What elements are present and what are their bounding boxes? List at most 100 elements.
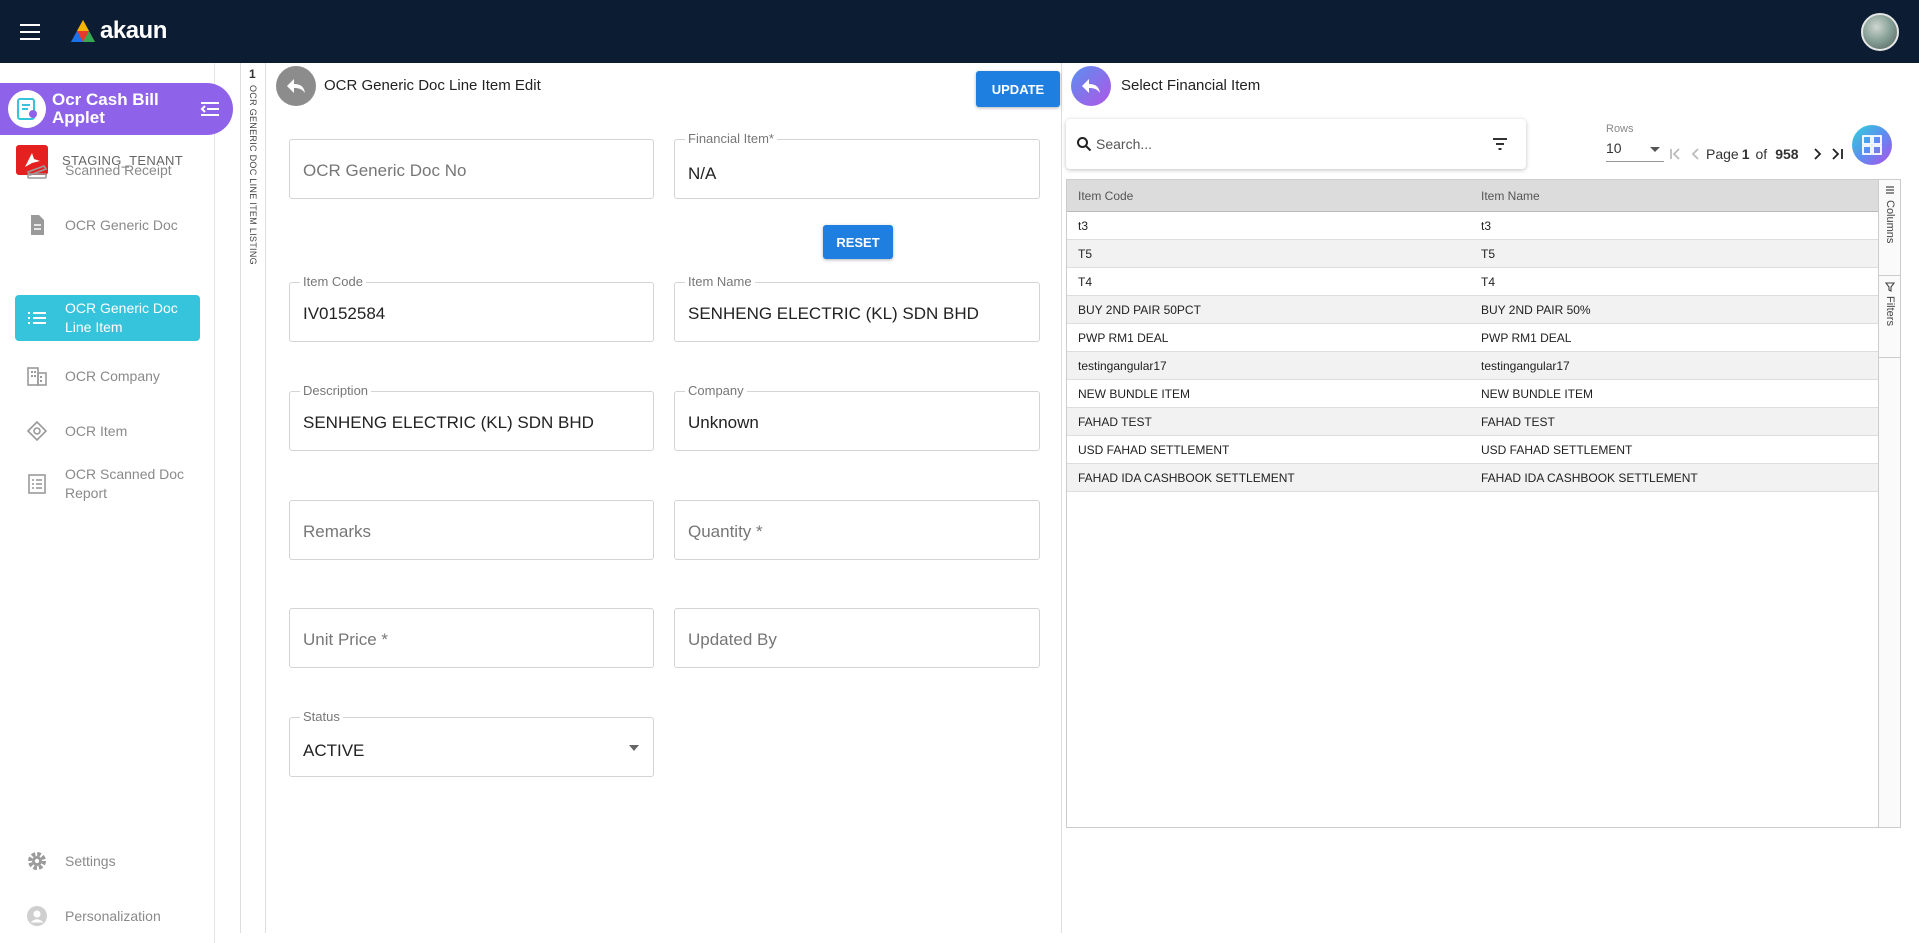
table-row[interactable]: NEW BUNDLE ITEM NEW BUNDLE ITEM — [1067, 380, 1878, 408]
sidebar-item-ocr-generic-doc-line-item[interactable]: OCR Generic Doc Line Item — [15, 295, 200, 341]
brand-logo[interactable]: akaun — [70, 16, 167, 46]
cell-item-code: t3 — [1078, 218, 1089, 233]
table-row[interactable]: FAHAD TEST FAHAD TEST — [1067, 408, 1878, 436]
remarks-field[interactable]: Remarks — [289, 500, 654, 560]
table-row[interactable]: FAHAD IDA CASHBOOK SETTLEMENT FAHAD IDA C… — [1067, 464, 1878, 492]
menu-icon[interactable] — [20, 24, 40, 40]
status-value: ACTIVE — [303, 741, 365, 760]
sidebar-item-ocr-company[interactable]: OCR Company — [15, 363, 200, 389]
page-label: Page — [1706, 146, 1739, 162]
search-input[interactable]: Search... — [1066, 119, 1526, 169]
collapse-sidebar-icon[interactable] — [199, 98, 221, 120]
sidebar-item-personalization[interactable]: Personalization — [15, 903, 200, 929]
unit-price-field[interactable]: Unit Price * — [289, 608, 654, 668]
user-avatar[interactable] — [1861, 13, 1899, 51]
cell-item-name: FAHAD IDA CASHBOOK SETTLEMENT — [1481, 470, 1698, 485]
list-icon — [28, 312, 46, 324]
columns-tab-label: Columns — [1884, 200, 1896, 244]
description-value: SENHENG ELECTRIC (KL) SDN BHD — [303, 413, 594, 432]
table-row[interactable]: t3 t3 — [1067, 212, 1878, 240]
unit-price-placeholder: Unit Price * — [303, 630, 389, 649]
listing-tab-strip[interactable]: 1 OCR GENERIC DOC LINE ITEM LISTING — [240, 63, 266, 933]
report-icon — [28, 474, 46, 494]
company-value: Unknown — [688, 413, 759, 432]
sidebar-item-label: Settings — [65, 852, 116, 869]
top-bar: akaun — [0, 0, 1919, 63]
table-row[interactable]: testingangular17 testingangular17 — [1067, 352, 1878, 380]
item-code-label: Item Code — [300, 274, 366, 289]
column-header-item-name[interactable]: Item Name — [1470, 180, 1878, 211]
item-code-value: IV0152584 — [303, 304, 386, 323]
description-field[interactable]: Description SENHENG ELECTRIC (KL) SDN BH… — [289, 383, 654, 451]
filters-tab-label: Filters — [1884, 296, 1896, 326]
item-icon — [26, 420, 48, 442]
item-name-label: Item Name — [685, 274, 755, 289]
cell-item-code: NEW BUNDLE ITEM — [1078, 386, 1191, 401]
status-select[interactable]: Status ACTIVE — [289, 709, 654, 777]
table-row[interactable]: PWP RM1 DEAL PWP RM1 DEAL — [1067, 324, 1878, 352]
sidebar-item-scanned-receipt[interactable]: Scanned Receipt — [15, 159, 200, 181]
sidebar-item-label: Personalization — [65, 907, 161, 924]
sidebar: Ocr Cash Bill Applet STAGING_TENANT Scan… — [0, 63, 233, 943]
page-of: of — [1755, 146, 1768, 162]
cell-item-name: USD FAHAD SETTLEMENT — [1481, 442, 1633, 457]
item-name-field[interactable]: Item Name SENHENG ELECTRIC (KL) SDN BHD — [674, 274, 1040, 342]
cell-item-name: t3 — [1481, 218, 1492, 233]
applet-title: Ocr Cash Bill Applet — [52, 90, 159, 127]
table-row[interactable]: T4 T4 — [1067, 268, 1878, 296]
back-button[interactable] — [276, 66, 316, 106]
doc-no-placeholder: OCR Generic Doc No — [303, 161, 467, 180]
prev-page-icon[interactable] — [1687, 145, 1705, 163]
sidebar-item-label: OCR Company — [65, 367, 160, 384]
reply-arrow-icon — [1082, 79, 1100, 93]
item-code-field[interactable]: Item Code IV0152584 — [289, 274, 654, 342]
reset-button[interactable]: RESET — [823, 225, 893, 259]
chevron-down-icon — [629, 745, 639, 751]
search-placeholder: Search... — [1096, 136, 1153, 152]
page-title: OCR Generic Doc Line Item Edit — [324, 77, 541, 94]
table-row[interactable]: BUY 2ND PAIR 50PCT BUY 2ND PAIR 50% — [1067, 296, 1878, 324]
columns-tab[interactable]: Columns — [1879, 180, 1901, 276]
company-label: Company — [685, 383, 747, 398]
columns-icon — [1886, 186, 1894, 194]
first-page-icon[interactable] — [1667, 145, 1685, 163]
page-total: 958 — [1775, 146, 1799, 162]
sidebar-item-ocr-item[interactable]: OCR Item — [15, 418, 200, 444]
gear-icon — [28, 852, 46, 870]
filter-icon[interactable] — [1492, 137, 1508, 151]
update-button[interactable]: UPDATE — [976, 71, 1060, 107]
cell-item-code: PWP RM1 DEAL — [1078, 330, 1169, 345]
rows-value: 10 — [1606, 140, 1622, 156]
picker-title: Select Financial Item — [1121, 77, 1261, 94]
filters-tab[interactable]: Filters — [1879, 276, 1901, 358]
financial-item-picker: Select Financial Item Search... Rows 10 … — [1063, 63, 1919, 933]
grid-side-panel: Columns Filters — [1879, 179, 1901, 828]
column-header-item-code[interactable]: Item Code — [1067, 180, 1470, 211]
sidebar-item-ocr-scanned-doc-report[interactable]: OCR Scanned Doc Report — [15, 463, 200, 505]
grid-view-button[interactable] — [1852, 125, 1892, 165]
status-label: Status — [300, 709, 343, 724]
listing-tab-number: 1 — [249, 67, 256, 81]
ocr-generic-doc-no-field[interactable]: OCR Generic Doc No — [289, 139, 654, 199]
table-row[interactable]: USD FAHAD SETTLEMENT USD FAHAD SETTLEMENT — [1067, 436, 1878, 464]
cell-item-name: FAHAD TEST — [1481, 414, 1555, 429]
picker-back-button[interactable] — [1071, 66, 1111, 106]
rows-per-page-select[interactable]: 10 — [1606, 140, 1664, 162]
reply-arrow-icon — [287, 79, 305, 93]
sidebar-item-label: Scanned Receipt — [65, 161, 172, 178]
document-icon — [31, 215, 44, 235]
last-page-icon[interactable] — [1828, 145, 1846, 163]
chevron-down-icon — [1650, 147, 1660, 152]
financial-item-field[interactable]: Financial Item* N/A — [674, 131, 1040, 199]
table-header: Item Code Item Name — [1067, 180, 1878, 212]
next-page-icon[interactable] — [1808, 145, 1826, 163]
table-row[interactable]: T5 T5 — [1067, 240, 1878, 268]
sidebar-item-ocr-generic-doc[interactable]: OCR Generic Doc — [15, 214, 200, 236]
updated-by-field[interactable]: Updated By — [674, 608, 1040, 668]
sidebar-item-label: OCR Generic Doc — [65, 216, 178, 233]
applet-header: Ocr Cash Bill Applet — [0, 83, 233, 135]
sidebar-item-settings[interactable]: Settings — [15, 848, 200, 874]
search-icon — [1077, 137, 1092, 152]
company-field[interactable]: Company Unknown — [674, 383, 1040, 451]
quantity-field[interactable]: Quantity * — [674, 500, 1040, 560]
